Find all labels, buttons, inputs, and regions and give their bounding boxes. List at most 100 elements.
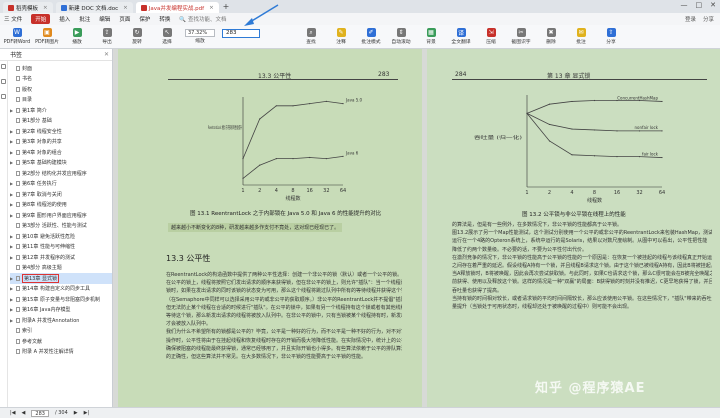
last-page-icon[interactable]: ▶| (84, 410, 90, 416)
expand-arrow-icon[interactable]: ▶ (10, 108, 14, 113)
bookmark-item[interactable]: ▶ 第2章 线程安全性 (10, 126, 112, 137)
close-tab-icon[interactable]: × (43, 5, 48, 11)
maximize-icon[interactable]: □ (696, 1, 703, 9)
bookmark-item[interactable]: ▶ 第13章 显式锁 (10, 273, 112, 284)
delete-button[interactable]: ✖ 删除 (536, 26, 566, 48)
annotate-mode-button[interactable]: ✐ 批注模式 (356, 26, 386, 48)
document-viewer[interactable]: 13.3 公平性 283 1 2 4 8 16 32 64 线程数 Java 5.0 Java 6… (114, 49, 720, 407)
bookmark-item[interactable]: ▶ 第8章 线程池的使用 (10, 200, 112, 211)
search-field[interactable]: 🔍 查找功能、文档 (179, 15, 226, 23)
bookmark-item[interactable]: 第3部分 活跃性、性能与测试 (10, 221, 112, 232)
menu-item-convert[interactable]: 转换 (159, 15, 170, 23)
menu-item-page[interactable]: 页面 (119, 15, 130, 23)
bookmark-item[interactable]: 封面 (10, 63, 112, 74)
tab-0[interactable]: 稻壳模板 × (3, 2, 53, 13)
minimize-icon[interactable]: — (681, 1, 688, 9)
bookmark-item[interactable]: ▶ 第5章 基础构建模块 (10, 158, 112, 169)
bookmark-item[interactable]: 参考文献 (10, 336, 112, 347)
share-button[interactable]: ⇧ 分享 (596, 26, 626, 48)
rotate-button[interactable]: ↻ 旋转 (122, 26, 152, 48)
expand-arrow-icon[interactable]: ▶ (10, 202, 14, 207)
thumbnail-icon[interactable] (1, 79, 6, 84)
bookmark-item[interactable]: ▶ 第3章 对象的共享 (10, 137, 112, 148)
bookmark-item[interactable]: 附录 A 并发性注解详情 (10, 347, 112, 358)
bookmark-item[interactable]: ▶ 第4章 对象的组合 (10, 147, 112, 158)
tab-2[interactable]: Java并发编程实战.pdf × (135, 2, 219, 13)
bookmark-item[interactable]: 版权 (10, 84, 112, 95)
expand-arrow-icon[interactable]: ▶ (10, 276, 14, 281)
expand-arrow-icon[interactable]: ▶ (10, 244, 14, 249)
x-tick-label: 1 (525, 190, 528, 196)
close-panel-icon[interactable]: ✕ (104, 51, 109, 58)
bookmark-item[interactable]: ▶ 附录A 并发性Annotation (10, 315, 112, 326)
compress-button[interactable]: ⇲ 压缩 (476, 26, 506, 48)
login-link[interactable]: 登录 (685, 15, 696, 23)
annotation-arrow (244, 4, 279, 26)
tab-1[interactable]: 新建 DOC 文档.doc × (55, 2, 133, 13)
expand-arrow-icon[interactable]: ▶ (10, 160, 14, 165)
menu-item-edit[interactable]: 编辑 (99, 15, 110, 23)
expand-arrow-icon[interactable]: ▶ (10, 129, 14, 134)
bookmark-item[interactable]: 第4部分 高级主题 (10, 263, 112, 274)
first-page-icon[interactable]: |◀ (10, 410, 16, 416)
close-tab-icon[interactable]: × (209, 5, 214, 11)
play-button[interactable]: ▶ 播放 (62, 26, 92, 48)
translate-button[interactable]: 译全文翻译 (446, 26, 476, 48)
file-menu[interactable]: 三 文件 (4, 15, 22, 23)
new-tab-button[interactable]: + (223, 2, 230, 13)
share-link[interactable]: 分享 (703, 15, 714, 23)
note-button[interactable]: ✎ 注释 (326, 26, 356, 48)
background-button[interactable]: ▦ 背景 (416, 26, 446, 48)
close-tab-icon[interactable]: × (123, 5, 128, 11)
expand-arrow-icon[interactable]: ▶ (10, 318, 14, 323)
pdf-to-word-button[interactable]: W PDF转Word (2, 26, 32, 48)
bookmark-item[interactable]: ▶ 第7章 取消与关闭 (10, 189, 112, 200)
pdf-to-image-button[interactable]: ▣ PDF转图片 (32, 26, 62, 48)
status-page-input[interactable]: 283 (31, 409, 49, 417)
bookmark-icon[interactable] (1, 64, 6, 69)
prev-page-icon[interactable]: ◀ (22, 410, 26, 416)
expand-arrow-icon[interactable]: ▶ (10, 181, 14, 186)
find-button[interactable]: ⌕ 查找 (296, 26, 326, 48)
bookmark-item[interactable]: ▶ 第11章 性能与可伸缩性 (10, 242, 112, 253)
menu-item-annotate[interactable]: 批注 (79, 15, 90, 23)
bookmark-icon (16, 223, 20, 229)
expand-arrow-icon[interactable]: ▶ (10, 213, 14, 218)
bookmark-item[interactable]: 索引 (10, 326, 112, 337)
annotation-button[interactable]: ✉ 批注 (566, 26, 596, 48)
expand-arrow-icon[interactable]: ▶ (10, 139, 14, 144)
expand-arrow-icon[interactable]: ▶ (10, 192, 14, 197)
zoom-input[interactable]: 37.32% (185, 29, 215, 37)
bookmark-item[interactable]: 第1部分 基础 (10, 116, 112, 127)
bookmark-item[interactable]: ▶ 第16章 Java内存模型 (10, 305, 112, 316)
expand-arrow-icon[interactable]: ▶ (10, 286, 14, 291)
select-button[interactable]: ↖ 选择 (152, 26, 182, 48)
export-button[interactable]: ⇪ 导出 (92, 26, 122, 48)
bookmark-item[interactable]: ▶ 第14章 构建自定义的同步工具 (10, 284, 112, 295)
bookmark-item[interactable]: 书名 (10, 74, 112, 85)
zoom-control[interactable]: 37.32% 缩放 (182, 26, 218, 48)
bookmark-item[interactable]: ▶ 第10章 避免活跃性危险 (10, 231, 112, 242)
close-icon[interactable]: ✕ (710, 1, 716, 9)
bookmark-item[interactable]: 目录 (10, 95, 112, 106)
bookmark-item[interactable]: ▶ 第9章 图形用户界面应用程序 (10, 210, 112, 221)
expand-arrow-icon[interactable]: ▶ (10, 234, 14, 239)
menu-item-insert[interactable]: 插入 (59, 15, 70, 23)
start-tab[interactable]: 开始 (31, 14, 51, 24)
expand-arrow-icon[interactable]: ▶ (10, 307, 14, 312)
bookmark-item[interactable]: ▶ 第6章 任务执行 (10, 179, 112, 190)
expand-arrow-icon[interactable]: ▶ (10, 255, 14, 260)
bookmark-item[interactable]: ▶ 第15章 原子变量与非阻塞同步机制 (10, 294, 112, 305)
auto-scroll-button[interactable]: ⇕ 自动滚动 (386, 26, 416, 48)
bookmark-item[interactable]: ▶ 第12章 并发程序的测试 (10, 252, 112, 263)
bookmark-item[interactable]: ▶ 第1章 简介 (10, 105, 112, 116)
text-line: 的正确性，但这些算法并不常见。在大多数情况下，非公平锁的性能要高于公平锁的性能。 (166, 354, 367, 361)
expand-arrow-icon[interactable]: ▶ (10, 150, 14, 155)
expand-arrow-icon[interactable]: ▶ (10, 297, 14, 302)
next-page-icon[interactable]: ▶ (74, 410, 78, 416)
comment-list-icon[interactable] (1, 94, 6, 99)
ocr-button[interactable]: ✂ 截图识字 (506, 26, 536, 48)
bookmark-label: 书名 (22, 76, 33, 83)
menu-item-protect[interactable]: 保护 (139, 15, 150, 23)
bookmark-item[interactable]: 第2部分 结构化并发应用程序 (10, 168, 112, 179)
